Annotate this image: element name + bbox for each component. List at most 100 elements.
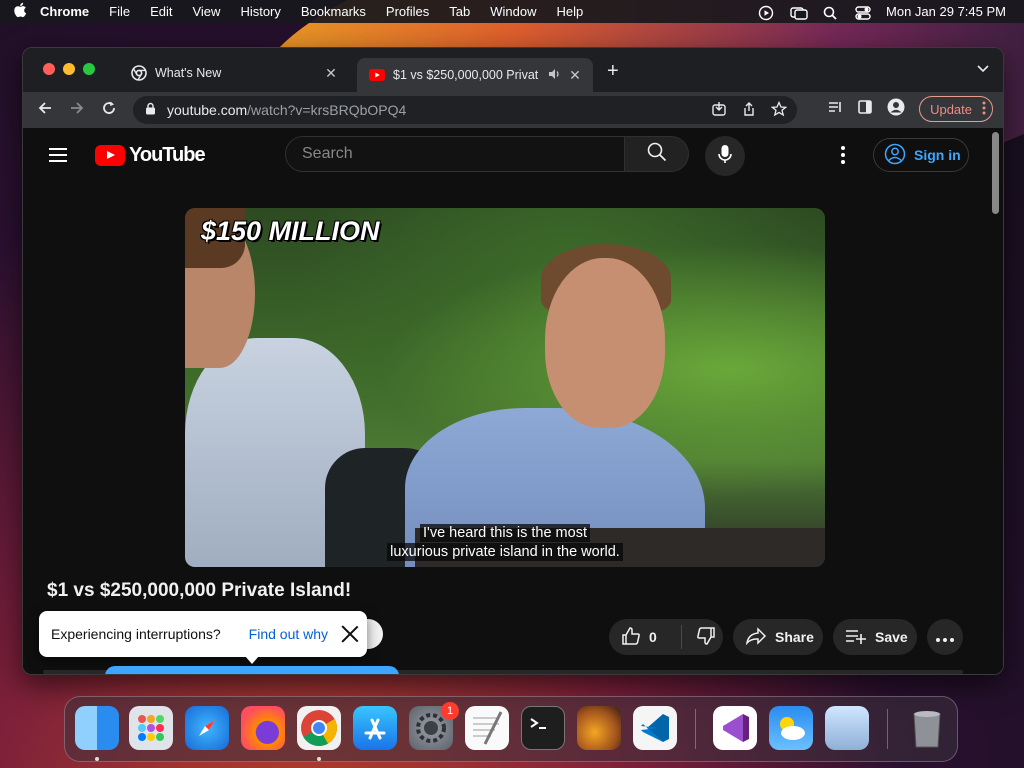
playlist-add-icon <box>845 628 867 647</box>
terminal-icon[interactable] <box>521 706 565 750</box>
screen-mirroring-icon[interactable] <box>790 5 808 20</box>
system-settings-icon[interactable]: 1 <box>409 702 459 750</box>
spotlight-search-icon[interactable] <box>822 5 838 20</box>
menu-app-name[interactable]: Chrome <box>40 4 89 19</box>
new-tab-button[interactable]: + <box>607 60 619 83</box>
profile-avatar-icon[interactable] <box>887 98 905 121</box>
search-input[interactable]: Search <box>285 136 625 172</box>
settings-more-icon[interactable] <box>841 146 847 167</box>
menu-help[interactable]: Help <box>557 4 584 19</box>
menu-window[interactable]: Window <box>490 4 536 19</box>
menu-bookmarks[interactable]: Bookmarks <box>301 4 366 19</box>
weather-icon[interactable] <box>769 706 813 750</box>
side-panel-icon[interactable] <box>857 99 873 120</box>
minimize-window-button[interactable] <box>63 63 75 75</box>
guide-menu-icon[interactable] <box>49 148 67 166</box>
notification-badge: 1 <box>441 702 459 720</box>
menu-history[interactable]: History <box>240 4 280 19</box>
textedit-icon[interactable] <box>465 706 509 750</box>
running-indicator <box>317 757 321 761</box>
running-indicator <box>95 757 99 761</box>
back-arrow-icon[interactable] <box>35 100 55 121</box>
chrome-icon[interactable] <box>297 706 341 750</box>
tab-whats-new[interactable]: What's New ✕ <box>119 57 349 89</box>
toast-pointer <box>245 656 259 664</box>
dock-separator <box>695 709 696 749</box>
bookmark-star-icon[interactable] <box>770 100 788 120</box>
trash-icon[interactable] <box>905 706 949 750</box>
update-label: Update <box>930 101 972 117</box>
more-actions-button[interactable] <box>927 619 963 655</box>
launchpad-icon[interactable] <box>129 706 173 750</box>
garageband-icon[interactable] <box>577 706 621 750</box>
forward-arrow-icon[interactable] <box>67 100 87 121</box>
thumbs-up-icon <box>621 626 641 649</box>
chrome-favicon-icon <box>131 65 147 81</box>
search-icon <box>647 142 667 167</box>
microphone-icon <box>717 144 733 169</box>
sign-in-button[interactable]: Sign in <box>873 138 969 172</box>
menu-edit[interactable]: Edit <box>150 4 172 19</box>
dislike-button[interactable] <box>682 626 716 649</box>
video-person-right-head <box>545 258 665 428</box>
tab-title: What's New <box>155 66 222 80</box>
vscode-icon[interactable] <box>633 706 677 750</box>
safari-icon[interactable] <box>185 706 229 750</box>
address-bar[interactable]: youtube.com/watch?v=krsBRQbOPQ4 <box>133 96 797 124</box>
browser-toolbar: youtube.com/watch?v=krsBRQbOPQ4 Update <box>23 92 1003 128</box>
caption-line-2: luxurious private island in the world. <box>387 543 623 561</box>
account-circle-icon <box>884 143 906 168</box>
more-menu-icon[interactable] <box>982 101 986 118</box>
control-center-icon[interactable] <box>854 5 871 20</box>
share-button[interactable]: Share <box>733 619 823 655</box>
menu-clock[interactable]: Mon Jan 29 7:45 PM <box>886 4 1006 19</box>
menu-view[interactable]: View <box>192 4 220 19</box>
sign-in-label: Sign in <box>914 147 961 163</box>
thumbs-down-icon <box>696 626 716 649</box>
more-horizontal-icon <box>936 629 954 645</box>
youtube-masthead: YouTube Search Sign in <box>23 128 988 184</box>
youtube-play-icon <box>95 145 125 166</box>
caption-line-1: I've heard this is the most <box>420 524 590 542</box>
visual-studio-icon[interactable] <box>713 706 757 750</box>
close-window-button[interactable] <box>43 63 55 75</box>
video-player[interactable]: $150 MILLION I've heard this is the most… <box>185 208 825 567</box>
page-scrollbar[interactable] <box>989 128 1001 674</box>
reload-icon[interactable] <box>99 100 119 121</box>
menu-profiles[interactable]: Profiles <box>386 4 429 19</box>
video-title: $1 vs $250,000,000 Private Island! <box>47 580 352 601</box>
install-app-icon[interactable] <box>711 101 727 120</box>
search-button[interactable] <box>625 136 689 172</box>
update-chrome-button[interactable]: Update <box>919 96 993 122</box>
video-caption: I've heard this is the most luxurious pr… <box>185 524 825 562</box>
share-page-icon[interactable] <box>741 101 757 120</box>
menu-bar: Chrome File Edit View History Bookmarks … <box>0 0 1024 23</box>
video-overlay-text: $150 MILLION <box>201 216 380 246</box>
like-count: 0 <box>649 629 657 645</box>
voice-search-button[interactable] <box>705 136 745 176</box>
youtube-logo[interactable]: YouTube <box>95 144 206 167</box>
reading-list-icon[interactable] <box>827 99 843 120</box>
save-button[interactable]: Save <box>833 619 917 655</box>
preview-icon[interactable] <box>825 706 869 750</box>
close-tab-icon[interactable]: ✕ <box>567 67 583 84</box>
tab-title: $1 vs $250,000,000 Privat <box>393 68 539 82</box>
media-play-icon[interactable] <box>758 5 774 20</box>
app-store-icon[interactable] <box>353 706 397 750</box>
tab-search-chevron-icon[interactable] <box>977 62 989 76</box>
firefox-icon[interactable] <box>241 706 285 750</box>
close-tab-icon[interactable]: ✕ <box>323 65 339 82</box>
audio-playing-icon[interactable] <box>547 67 563 83</box>
close-icon[interactable] <box>339 623 361 645</box>
apple-menu-icon[interactable] <box>0 2 40 22</box>
youtube-favicon-icon <box>369 67 385 83</box>
tab-youtube-video[interactable]: $1 vs $250,000,000 Privat ✕ <box>357 58 593 92</box>
zoom-window-button[interactable] <box>83 63 95 75</box>
site-info-lock-icon[interactable] <box>145 102 157 118</box>
menu-tab[interactable]: Tab <box>449 4 470 19</box>
find-out-why-link[interactable]: Find out why <box>249 626 328 642</box>
menu-file[interactable]: File <box>109 4 130 19</box>
finder-icon[interactable] <box>75 706 119 750</box>
scrollbar-thumb[interactable] <box>992 132 999 214</box>
like-button[interactable]: 0 <box>609 625 682 649</box>
